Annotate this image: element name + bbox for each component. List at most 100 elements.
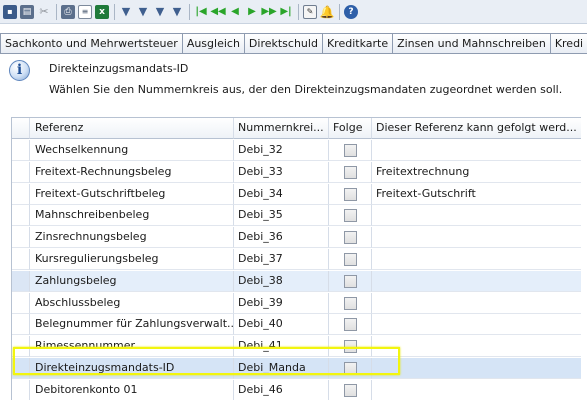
excel-export-icon[interactable]: x bbox=[95, 4, 109, 19]
row-selector[interactable] bbox=[12, 336, 30, 357]
column-header-folgereferenz[interactable]: Dieser Referenz kann gefolgt werd... bbox=[372, 118, 581, 139]
table-row[interactable]: Mahnschreibenbeleg Debi_35 bbox=[12, 205, 581, 226]
row-selector[interactable] bbox=[12, 227, 30, 248]
tab-kreditkarte[interactable]: Kreditkarte bbox=[321, 33, 394, 53]
alert-icon[interactable]: 🔔 bbox=[320, 5, 335, 19]
cell-nummernkreis[interactable]: Debi_Manda bbox=[234, 358, 329, 379]
cell-folgereferenz[interactable] bbox=[372, 314, 581, 335]
cell-referenz[interactable]: Rimessennummer bbox=[30, 336, 234, 357]
folge-checkbox[interactable] bbox=[343, 187, 357, 201]
cell-referenz[interactable]: Freitext-Rechnungsbeleg bbox=[30, 162, 234, 183]
tab-kredi[interactable]: Kredi bbox=[549, 33, 587, 53]
filter-edit-icon[interactable]: ▼ bbox=[153, 5, 167, 19]
cell-nummernkreis[interactable]: Debi_40 bbox=[234, 314, 329, 335]
cell-referenz[interactable]: Abschlussbeleg bbox=[30, 293, 234, 314]
cell-nummernkreis[interactable]: Debi_46 bbox=[234, 380, 329, 400]
folge-checkbox[interactable] bbox=[343, 208, 357, 222]
cell-referenz[interactable]: Kursregulierungsbeleg bbox=[30, 249, 234, 270]
table-row[interactable]: Kursregulierungsbeleg Debi_37 bbox=[12, 249, 581, 270]
previous-page-icon[interactable]: ◀◀ bbox=[210, 5, 225, 19]
cell-folgereferenz[interactable] bbox=[372, 271, 581, 292]
cell-nummernkreis[interactable]: Debi_33 bbox=[234, 162, 329, 183]
folge-checkbox[interactable] bbox=[343, 230, 357, 244]
table-row[interactable]: Belegnummer für Zahlungsverwalt... Debi_4… bbox=[12, 314, 581, 335]
row-selector[interactable] bbox=[12, 380, 30, 400]
print-preview-icon[interactable]: ⎙ bbox=[61, 4, 75, 19]
cell-referenz[interactable]: Zahlungsbeleg bbox=[30, 271, 234, 292]
filter-remove-icon[interactable]: ▼ bbox=[170, 5, 184, 19]
cell-folgereferenz[interactable]: Freitextrechnung bbox=[372, 162, 581, 183]
column-header-referenz[interactable]: Referenz bbox=[30, 118, 234, 139]
cell-folgereferenz[interactable] bbox=[372, 380, 581, 400]
cell-nummernkreis[interactable]: Debi_39 bbox=[234, 293, 329, 314]
next-page-icon[interactable]: ▶▶ bbox=[261, 5, 276, 19]
row-selector[interactable] bbox=[12, 205, 30, 226]
folge-checkbox[interactable] bbox=[343, 165, 357, 179]
help-icon[interactable]: ? bbox=[344, 4, 358, 19]
cell-nummernkreis[interactable]: Debi_36 bbox=[234, 227, 329, 248]
column-header-nummernkreis[interactable]: Nummernkrei... bbox=[234, 118, 329, 139]
cell-nummernkreis[interactable]: Debi_41 bbox=[234, 336, 329, 357]
folge-checkbox[interactable] bbox=[343, 252, 357, 266]
cell-folgereferenz[interactable] bbox=[372, 205, 581, 226]
table-row[interactable]: Freitext-Gutschriftbeleg Debi_34 Freitext-… bbox=[12, 184, 581, 205]
folge-checkbox[interactable] bbox=[343, 143, 357, 157]
folge-checkbox[interactable] bbox=[343, 317, 357, 331]
row-selector[interactable] bbox=[12, 162, 30, 183]
cell-referenz[interactable]: Wechselkennung bbox=[30, 140, 234, 161]
filter-icon[interactable]: ▼ bbox=[119, 5, 133, 19]
first-record-icon[interactable]: |◀ bbox=[194, 5, 208, 19]
table-row[interactable]: Abschlussbeleg Debi_39 bbox=[12, 293, 581, 314]
row-selector[interactable] bbox=[12, 271, 30, 292]
cell-referenz[interactable]: Debitorenkonto 01 bbox=[30, 380, 234, 400]
cell-referenz[interactable]: Freitext-Gutschriftbeleg bbox=[30, 184, 234, 205]
note-icon[interactable]: ✎ bbox=[303, 4, 317, 19]
row-selector[interactable] bbox=[12, 314, 30, 335]
cell-folgereferenz[interactable] bbox=[372, 227, 581, 248]
tab-sachkonto[interactable]: Sachkonto und Mehrwertsteuer bbox=[0, 33, 183, 53]
cell-nummernkreis[interactable]: Debi_32 bbox=[234, 140, 329, 161]
row-selector[interactable] bbox=[12, 249, 30, 270]
row-selector[interactable] bbox=[12, 358, 30, 379]
cell-referenz[interactable]: Mahnschreibenbeleg bbox=[30, 205, 234, 226]
folge-checkbox[interactable] bbox=[343, 383, 357, 397]
last-record-icon[interactable]: ▶| bbox=[279, 5, 293, 19]
folge-checkbox[interactable] bbox=[343, 361, 357, 375]
cut-icon[interactable]: ✂ bbox=[37, 5, 51, 19]
cell-folgereferenz[interactable] bbox=[372, 293, 581, 314]
cell-folgereferenz[interactable]: Freitext-Gutschrift bbox=[372, 184, 581, 205]
cell-referenz[interactable]: Belegnummer für Zahlungsverwalt... bbox=[30, 314, 234, 335]
row-selector[interactable] bbox=[12, 184, 30, 205]
filter-add-icon[interactable]: ▼ bbox=[136, 5, 150, 19]
cell-nummernkreis[interactable]: Debi_38 bbox=[234, 271, 329, 292]
table-row[interactable]: Rimessennummer Debi_41 bbox=[12, 336, 581, 357]
tab-direktschuld[interactable]: Direktschuld bbox=[243, 33, 323, 53]
folge-checkbox[interactable] bbox=[343, 274, 357, 288]
tab-zinsen-mahnschreiben[interactable]: Zinsen und Mahnschreiben bbox=[392, 33, 551, 53]
cell-nummernkreis[interactable]: Debi_37 bbox=[234, 249, 329, 270]
table-row[interactable]: Zahlungsbeleg Debi_38 bbox=[12, 271, 581, 292]
document-icon[interactable]: ≡ bbox=[78, 4, 92, 19]
table-row[interactable]: Debitorenkonto 01 Debi_46 bbox=[12, 380, 581, 400]
cell-folgereferenz[interactable] bbox=[372, 249, 581, 270]
cell-folgereferenz[interactable] bbox=[372, 336, 581, 357]
table-row[interactable]: Wechselkennung Debi_32 bbox=[12, 140, 581, 161]
row-selector[interactable] bbox=[12, 140, 30, 161]
cell-referenz[interactable]: Zinsrechnungsbeleg bbox=[30, 227, 234, 248]
table-row[interactable]: Zinsrechnungsbeleg Debi_36 bbox=[12, 227, 581, 248]
previous-record-icon[interactable]: ◀ bbox=[228, 5, 242, 19]
print-icon[interactable]: ▤ bbox=[20, 4, 34, 19]
folge-checkbox[interactable] bbox=[343, 296, 357, 310]
row-selector[interactable] bbox=[12, 293, 30, 314]
column-header-folge[interactable]: Folge bbox=[329, 118, 372, 139]
cell-folgereferenz[interactable] bbox=[372, 358, 581, 379]
table-row[interactable]: Freitext-Rechnungsbeleg Debi_33 Freitextre… bbox=[12, 162, 581, 183]
folge-checkbox[interactable] bbox=[343, 339, 357, 353]
cell-referenz[interactable]: Direkteinzugsmandats-ID bbox=[30, 358, 234, 379]
cell-nummernkreis[interactable]: Debi_35 bbox=[234, 205, 329, 226]
next-record-icon[interactable]: ▶ bbox=[245, 5, 259, 19]
table-row[interactable]: Direkteinzugsmandats-ID Debi_Manda bbox=[12, 358, 581, 379]
tab-ausgleich[interactable]: Ausgleich bbox=[181, 33, 245, 53]
cell-nummernkreis[interactable]: Debi_34 bbox=[234, 184, 329, 205]
save-icon[interactable]: ▪ bbox=[3, 4, 17, 19]
